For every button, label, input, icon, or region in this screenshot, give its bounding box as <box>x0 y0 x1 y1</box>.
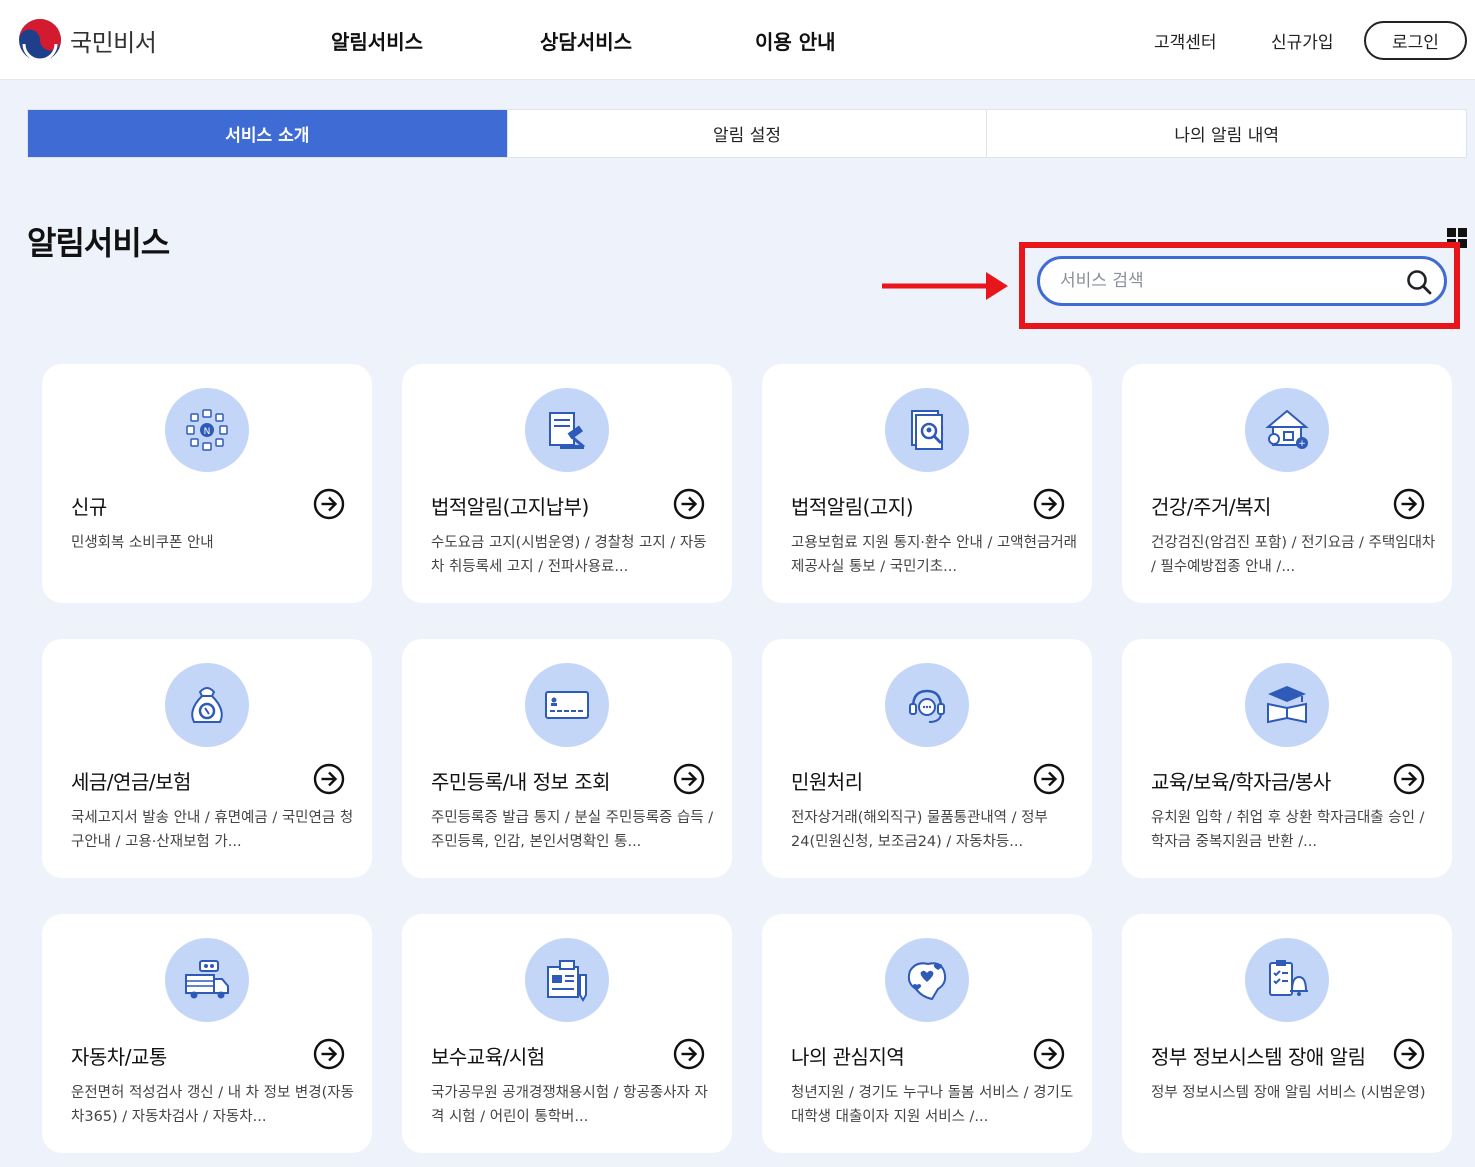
card-description: 건강검진(암검진 포함) / 전기요금 / 주택임대차 / 필수예방접종 안내 … <box>1151 535 1436 575</box>
card-title: 세금/연금/보험 <box>71 770 191 794</box>
card-description: 운전면허 적성검사 갱신 / 내 차 정보 변경(자동차365) / 자동차검사… <box>71 1085 354 1125</box>
card-icon-circle: N <box>165 388 249 472</box>
document-search-icon <box>911 410 943 450</box>
card-title: 자동차/교통 <box>71 1045 167 1069</box>
checklist-bell-icon <box>1269 960 1308 996</box>
arrow-right-circle-icon[interactable] <box>1393 488 1425 520</box>
card-icon-circle <box>1245 938 1329 1022</box>
card-description: 국가공무원 공개경쟁채용시험 / 항공종사자 자격 시험 / 어린이 통학버..… <box>431 1085 708 1125</box>
signup-link[interactable]: 신규가입 <box>1271 28 1334 53</box>
service-card[interactable]: 나의 관심지역청년지원 / 경기도 누구나 돌봄 서비스 / 경기도 대학생 대… <box>762 914 1092 1153</box>
arrow-right-circle-icon[interactable] <box>1033 763 1065 795</box>
service-card[interactable]: 자동차/교통운전면허 적성검사 갱신 / 내 차 정보 변경(자동차365) /… <box>42 914 372 1153</box>
card-icon-circle <box>525 938 609 1022</box>
page-title: 알림서비스 <box>27 224 170 262</box>
card-icon-circle <box>165 663 249 747</box>
card-title: 보수교육/시험 <box>431 1045 545 1069</box>
card-description: 주민등록증 발급 통지 / 분실 주민등록증 습득 / 주민등록, 인감, 본인… <box>431 810 714 850</box>
card-icon-circle <box>885 388 969 472</box>
card-icon-circle <box>885 938 969 1022</box>
arrow-right-circle-icon[interactable] <box>313 1038 345 1070</box>
card-description: 고용보험료 지원 통지·환수 안내 / 고액현금거래 제공사실 통보 / 국민기… <box>791 535 1077 575</box>
svg-text:+: + <box>1298 439 1306 449</box>
card-description: 수도요금 고지(시범운영) / 경찰청 고지 / 자동차 취등록세 고지 / 전… <box>431 535 707 575</box>
service-card[interactable]: + 건강/주거/복지건강검진(암검진 포함) / 전기요금 / 주택임대차 / 필… <box>1122 364 1452 603</box>
card-title: 건강/주거/복지 <box>1151 495 1271 519</box>
arrow-right-circle-icon[interactable] <box>673 763 705 795</box>
service-card[interactable]: 주민등록/내 정보 조회주민등록증 발급 통지 / 분실 주민등록증 습득 / … <box>402 639 732 878</box>
tab-service-intro[interactable]: 서비스 소개 <box>28 110 507 157</box>
truck-icon <box>185 960 229 999</box>
search-icon[interactable] <box>1406 269 1432 295</box>
card-description: 전자상거래(해외직구) 물품통관내역 / 정부24(민원신청, 보조금24) /… <box>791 810 1048 850</box>
card-title: 정부 정보시스템 장애 알림 <box>1151 1045 1366 1069</box>
annotation-arrow-icon <box>882 272 1008 300</box>
service-card[interactable]: 보수교육/시험국가공무원 공개경쟁채용시험 / 항공종사자 자격 시험 / 어린… <box>402 914 732 1153</box>
headset-icon <box>909 689 945 723</box>
card-title: 민원처리 <box>791 770 863 794</box>
arrow-right-circle-icon[interactable] <box>313 488 345 520</box>
arrow-right-circle-icon[interactable] <box>673 1038 705 1070</box>
service-card[interactable]: 법적알림(고지납부) 수도요금 고지(시범운영) / 경찰청 고지 / 자동차 취… <box>402 364 732 603</box>
logo-text: 국민비서 <box>70 28 157 57</box>
tab-bar: 서비스 소개 알림 설정 나의 알림 내역 <box>27 109 1467 158</box>
card-description: 유치원 입학 / 취업 후 상환 학자금대출 승인 / 학자금 중복지원금 반환… <box>1151 810 1425 850</box>
map-heart-icon <box>907 962 947 1001</box>
arrow-right-circle-icon[interactable] <box>313 763 345 795</box>
service-search-input[interactable] <box>1060 271 1390 291</box>
service-card[interactable]: 정부 정보시스템 장애 알림정부 정보시스템 장애 알림 서비스 (시범운영) <box>1122 914 1452 1153</box>
card-title: 교육/보육/학자금/봉사 <box>1151 770 1331 794</box>
card-title: 주민등록/내 정보 조회 <box>431 770 611 794</box>
tab-notification-settings[interactable]: 알림 설정 <box>506 110 987 157</box>
card-icon-circle <box>885 663 969 747</box>
exam-clipboard-icon <box>547 960 587 1002</box>
service-search-box <box>1037 256 1447 306</box>
arrow-right-circle-icon[interactable] <box>1393 1038 1425 1070</box>
taegeuk-logo-icon <box>19 19 61 62</box>
card-description: 국세고지서 발송 안내 / 휴면예금 / 국민연금 청구안내 / 고용·산재보험… <box>71 810 354 850</box>
card-description: 민생회복 소비쿠폰 안내 <box>71 535 214 551</box>
card-title: 신규 <box>71 495 107 519</box>
legal-document-gavel-icon <box>549 412 585 449</box>
house-health-icon: + <box>1265 409 1309 449</box>
service-card[interactable]: 민원처리전자상거래(해외직구) 물품통관내역 / 정부24(민원신청, 보조금2… <box>762 639 1092 878</box>
card-title: 법적알림(고지) <box>791 495 914 519</box>
service-card[interactable]: 법적알림(고지) 고용보험료 지원 통지·환수 안내 / 고액현금거래 제공사실 … <box>762 364 1092 603</box>
card-icon-circle <box>165 938 249 1022</box>
service-card[interactable]: N 신규민생회복 소비쿠폰 안내 <box>42 364 372 603</box>
tab-my-notification-history[interactable]: 나의 알림 내역 <box>986 110 1466 157</box>
service-card[interactable]: 세금/연금/보험국세고지서 발송 안내 / 휴면예금 / 국민연금 청구안내 /… <box>42 639 372 878</box>
service-card[interactable]: 교육/보육/학자금/봉사유치원 입학 / 취업 후 상환 학자금대출 승인 / … <box>1122 639 1452 878</box>
card-description: 청년지원 / 경기도 누구나 돌봄 서비스 / 경기도 대학생 대출이자 지원 … <box>791 1085 1074 1125</box>
arrow-right-circle-icon[interactable] <box>1393 763 1425 795</box>
svg-text:N: N <box>204 427 211 437</box>
arrow-right-circle-icon[interactable] <box>1033 488 1065 520</box>
card-icon-circle: + <box>1245 388 1329 472</box>
card-description: 정부 정보시스템 장애 알림 서비스 (시범운영) <box>1151 1085 1426 1101</box>
card-icon-circle <box>1245 663 1329 747</box>
site-logo[interactable]: 국민비서 <box>18 18 157 62</box>
customer-center-link[interactable]: 고객센터 <box>1154 28 1217 53</box>
card-icon-circle <box>525 663 609 747</box>
graduation-book-icon <box>1267 686 1307 724</box>
nav-usage-guide[interactable]: 이용 안내 <box>755 26 836 55</box>
card-title: 나의 관심지역 <box>791 1045 905 1069</box>
arrow-right-circle-icon[interactable] <box>1033 1038 1065 1070</box>
login-button[interactable]: 로그인 <box>1364 21 1467 60</box>
new-service-icon: N <box>186 409 228 451</box>
nav-consulting-service[interactable]: 상담서비스 <box>540 26 632 55</box>
card-icon-circle <box>525 388 609 472</box>
nav-notification-service[interactable]: 알림서비스 <box>331 26 423 55</box>
id-card-icon <box>545 691 589 719</box>
arrow-right-circle-icon[interactable] <box>673 488 705 520</box>
money-bag-icon <box>191 687 223 723</box>
card-title: 법적알림(고지납부) <box>431 495 589 519</box>
site-header: 국민비서 알림서비스 상담서비스 이용 안내 고객센터 신규가입 로그인 <box>0 0 1475 80</box>
